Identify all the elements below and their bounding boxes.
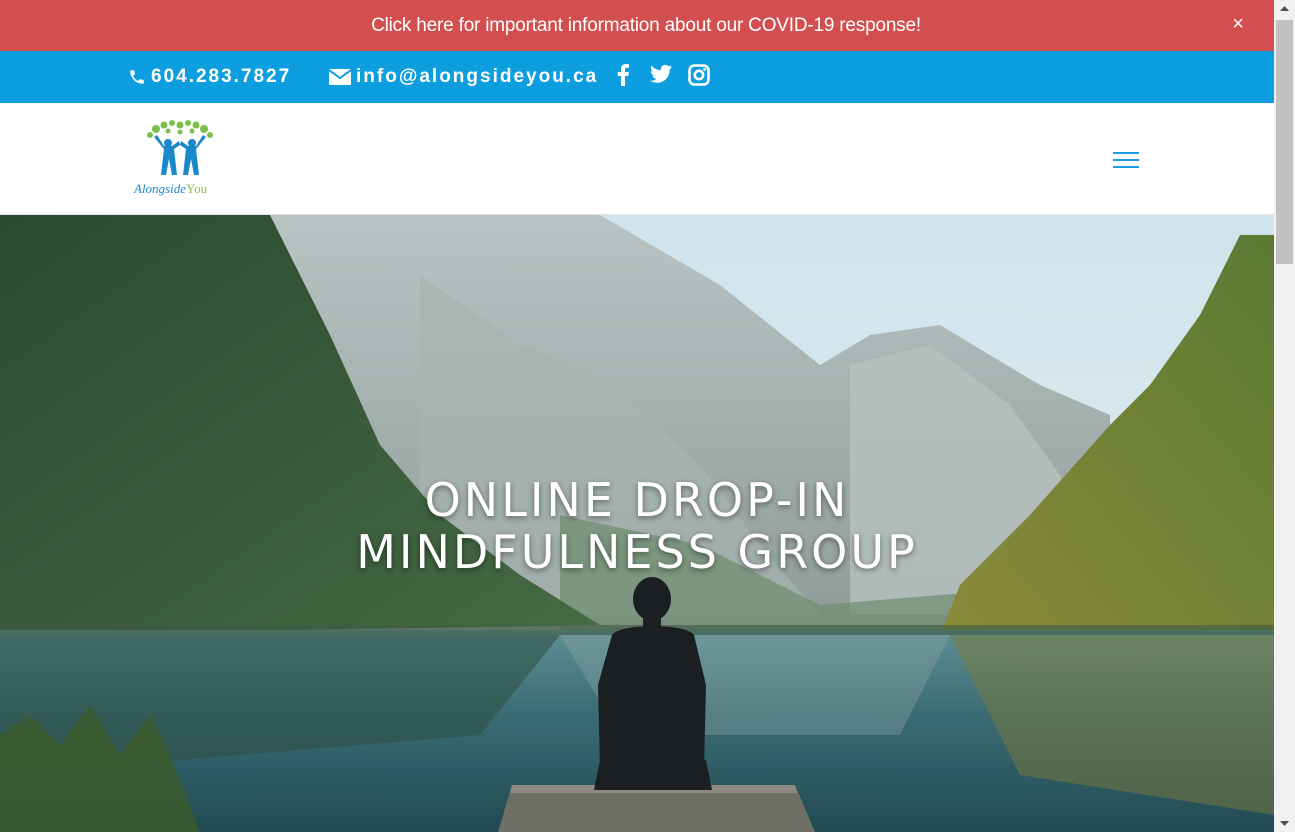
page: Click here for important information abo…: [0, 0, 1274, 832]
phone-number: 604.283.7827: [151, 66, 292, 87]
logo-word-you: You: [186, 181, 208, 196]
hero-title-line-2: MINDFULNESS GROUP: [356, 524, 918, 579]
hero-title-line-1: ONLINE DROP-IN: [424, 472, 850, 527]
hero-title: ONLINE DROP-IN MINDFULNESS GROUP: [0, 474, 1274, 578]
twitter-icon[interactable]: [650, 64, 672, 84]
email-link[interactable]: info@alongsideyou.ca: [329, 51, 598, 103]
phone-link[interactable]: 604.283.7827: [128, 51, 291, 103]
site-header: AlongsideYou: [0, 103, 1274, 215]
logo-wordmark: AlongsideYou: [134, 181, 226, 197]
scroll-up-arrow-icon[interactable]: [1274, 0, 1295, 17]
close-icon[interactable]: ×: [1228, 14, 1248, 34]
logo-word-alongside: Alongside: [134, 181, 186, 196]
logo-tree-icon: [147, 120, 213, 175]
vertical-scrollbar[interactable]: [1274, 0, 1295, 832]
hamburger-menu-icon[interactable]: [1113, 152, 1139, 172]
covid-alert-link[interactable]: Click here for important information abo…: [371, 15, 921, 37]
phone-icon: [130, 70, 144, 84]
envelope-icon: [329, 69, 351, 85]
scrollbar-thumb[interactable]: [1276, 20, 1293, 264]
email-address: info@alongsideyou.ca: [356, 66, 599, 87]
instagram-icon[interactable]: [688, 64, 710, 86]
hero-section: ONLINE DROP-IN MINDFULNESS GROUP: [0, 215, 1274, 832]
top-contact-bar: 604.283.7827 info@alongsideyou.ca: [0, 51, 1274, 103]
facebook-icon[interactable]: [616, 64, 630, 86]
scroll-down-arrow-icon[interactable]: [1274, 815, 1295, 832]
covid-alert-banner[interactable]: Click here for important information abo…: [0, 0, 1274, 51]
alongside-you-logo[interactable]: AlongsideYou: [134, 119, 226, 201]
